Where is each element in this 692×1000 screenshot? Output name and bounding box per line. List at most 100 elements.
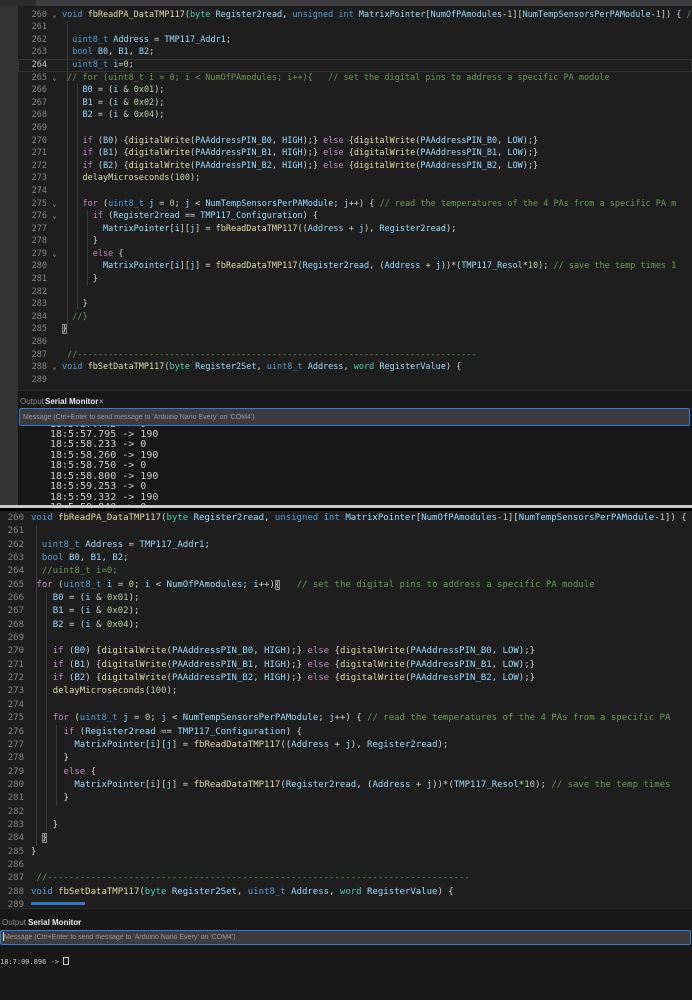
gutter-spacer	[47, 122, 62, 135]
fold-chevron-down-icon[interactable]: ⌄	[47, 248, 62, 261]
code-line-260[interactable]: 260 ⌄ void fbReadPA_DataTMP117(byte Regist…	[18, 9, 692, 22]
code-line-287[interactable]: 287 //----------------------------------…	[18, 349, 692, 362]
code-line-270[interactable]: 270 if (B0) {digitalWrite(PAAddressPIN_B…	[0, 645, 692, 658]
code-line-266[interactable]: 266 B0 = (i & 0x01);	[18, 84, 692, 97]
gutter-spacer	[47, 34, 62, 47]
serial-output-bottom: 18:7:00.896 ->	[0, 957, 692, 966]
code-line-269[interactable]: 269	[18, 122, 692, 135]
code-line-286[interactable]: 286	[18, 336, 692, 349]
code-line-289[interactable]: 289	[0, 899, 692, 908]
horizontal-scrollbar-thumb[interactable]	[31, 902, 85, 905]
code-line-275[interactable]: 275 for (uint8_t j = 0; j < NumTempSenso…	[0, 712, 692, 725]
code-text: if (B0) {digitalWrite(PAAddressPIN_B0, H…	[52, 646, 536, 657]
code-line-266[interactable]: 266 B0 = (i & 0x01);	[0, 592, 692, 605]
line-number: 267	[31, 97, 47, 108]
code-line-278[interactable]: 278 }	[18, 235, 692, 248]
code-line-279[interactable]: 279 ⌄ else {	[18, 248, 692, 261]
code-line-283[interactable]: 283 }	[18, 298, 692, 311]
code-line-261[interactable]: 261	[0, 525, 692, 538]
code-line-288[interactable]: 288 void fbSetDataTMP117(byte Register2Se…	[0, 886, 692, 899]
code-line-265[interactable]: 265 ⌄ // for (uint8_t i = 0; i < NumOfPAm…	[18, 72, 692, 85]
line-number: 270	[7, 646, 24, 657]
code-line-279[interactable]: 279 else {	[0, 766, 692, 779]
line-number: 278	[7, 753, 24, 764]
fold-chevron-down-icon[interactable]: ⌄	[47, 361, 62, 374]
code-editor-bottom[interactable]: 260 void fbReadPA_DataTMP117(byte Registe…	[0, 511, 692, 908]
code-text: if (Register2read == TMP117_Configuratio…	[63, 726, 302, 737]
line-number: 283	[7, 819, 24, 830]
code-line-282[interactable]: 282	[18, 286, 692, 299]
code-text: uint8_t i=0;	[72, 59, 134, 70]
fold-chevron-down-icon[interactable]: ⌄	[47, 72, 62, 85]
code-line-267[interactable]: 267 B1 = (i & 0x02);	[0, 605, 692, 618]
screenshot-canvas: 260 ⌄ void fbReadPA_DataTMP117(byte Regist…	[0, 0, 692, 1000]
code-line-271[interactable]: 271 if (B1) {digitalWrite(PAAddressPIN_B…	[0, 659, 692, 672]
code-line-262[interactable]: 262 uint8_t Address = TMP117_Addr1;	[0, 539, 692, 552]
code-line-271[interactable]: 271 if (B1) {digitalWrite(PAAddressPIN_B…	[18, 147, 692, 160]
serial-output-line: 18:5:59.840 -> 0	[18, 502, 692, 505]
gutter-spacer	[24, 846, 31, 859]
code-line-269[interactable]: 269	[0, 632, 692, 645]
code-line-264[interactable]: 264 uint8_t i=0;	[18, 59, 692, 72]
tab-output[interactable]: Output	[20, 397, 44, 406]
code-line-268[interactable]: 268 B2 = (i & 0x04);	[18, 109, 692, 122]
code-line-273[interactable]: 273 delayMicroseconds(100);	[18, 172, 692, 185]
fold-chevron-down-icon[interactable]: ⌄	[47, 198, 62, 211]
serial-message-input[interactable]	[0, 930, 691, 945]
code-editor-top[interactable]: 260 ⌄ void fbReadPA_DataTMP117(byte Regist…	[18, 6, 692, 390]
tab-serial-monitor[interactable]: Serial Monitor	[45, 397, 98, 406]
code-line-288[interactable]: 288 ⌄ void fbSetDataTMP117(byte Register2S…	[18, 361, 692, 374]
code-line-267[interactable]: 267 B1 = (i & 0x02);	[18, 97, 692, 110]
code-line-276[interactable]: 276 if (Register2read == TMP117_Configur…	[0, 726, 692, 739]
code-line-275[interactable]: 275 ⌄ for (uint8_t j = 0; j < NumTempSens…	[18, 198, 692, 211]
line-number: 277	[7, 739, 24, 750]
code-line-281[interactable]: 281 }	[0, 792, 692, 805]
fold-chevron-down-icon[interactable]: ⌄	[47, 210, 62, 223]
code-line-270[interactable]: 270 if (B0) {digitalWrite(PAAddressPIN_B…	[18, 135, 692, 148]
close-icon[interactable]: ×	[99, 397, 104, 406]
code-line-283[interactable]: 283 }	[0, 819, 692, 832]
code-line-278[interactable]: 278 }	[0, 752, 692, 765]
code-line-265[interactable]: 265 for (uint8_t i = 0; i < NumOfPAmodul…	[0, 579, 692, 592]
gutter-spacer	[24, 886, 31, 899]
code-line-280[interactable]: 280 MatrixPointer[i][j] = fbReadDataTMP1…	[0, 779, 692, 792]
tab-serial-monitor[interactable]: Serial Monitor	[28, 918, 81, 927]
serial-message-input[interactable]	[19, 408, 690, 426]
gutter-spacer	[47, 109, 62, 122]
code-line-280[interactable]: 280 MatrixPointer[i][j] = fbReadDataTMP1…	[18, 260, 692, 273]
code-line-272[interactable]: 272 if (B2) {digitalWrite(PAAddressPIN_B…	[0, 672, 692, 685]
code-line-284[interactable]: 284 //}	[18, 311, 692, 324]
code-line-272[interactable]: 272 if (B2) {digitalWrite(PAAddressPIN_B…	[18, 160, 692, 173]
gutter-spacer	[24, 659, 31, 672]
tab-output[interactable]: Output	[2, 918, 26, 927]
code-line-286[interactable]: 286	[0, 859, 692, 872]
code-line-282[interactable]: 282	[0, 806, 692, 819]
line-number: 279	[31, 248, 47, 259]
gutter-spacer	[24, 726, 31, 739]
code-line-268[interactable]: 268 B2 = (i & 0x04);	[0, 619, 692, 632]
code-line-274[interactable]: 274	[0, 699, 692, 712]
code-line-284[interactable]: 284 }	[0, 832, 692, 845]
code-line-277[interactable]: 277 MatrixPointer[i][j] = fbReadDataTMP1…	[0, 739, 692, 752]
code-line-263[interactable]: 263 bool B0, B1, B2;	[0, 552, 692, 565]
fold-chevron-down-icon[interactable]: ⌄	[47, 9, 62, 22]
code-line-281[interactable]: 281 }	[18, 273, 692, 286]
code-line-274[interactable]: 274	[18, 185, 692, 198]
code-line-276[interactable]: 276 ⌄ if (Register2read == TMP117_Configu…	[18, 210, 692, 223]
code-line-260[interactable]: 260 void fbReadPA_DataTMP117(byte Registe…	[0, 512, 692, 525]
code-line-285[interactable]: 285}	[0, 846, 692, 859]
code-line-263[interactable]: 263 bool B0, B1, B2;	[18, 46, 692, 59]
code-line-285[interactable]: 285}	[18, 323, 692, 336]
code-line-277[interactable]: 277 MatrixPointer[i][j] = fbReadDataTMP1…	[18, 223, 692, 236]
code-line-287[interactable]: 287 //----------------------------------…	[0, 872, 692, 885]
line-number: 282	[31, 286, 47, 297]
code-line-289[interactable]: 289	[18, 374, 692, 387]
code-line-264[interactable]: 264 //uint8_t i=0;	[0, 565, 692, 578]
gutter-spacer	[47, 235, 62, 248]
code-text: uint8_t Address = TMP117_Addr1;	[72, 34, 231, 45]
close-icon[interactable]: ×	[76, 918, 81, 927]
code-line-261[interactable]: 261	[18, 21, 692, 34]
code-line-262[interactable]: 262 uint8_t Address = TMP117_Addr1;	[18, 34, 692, 47]
code-line-273[interactable]: 273 delayMicroseconds(100);	[0, 685, 692, 698]
